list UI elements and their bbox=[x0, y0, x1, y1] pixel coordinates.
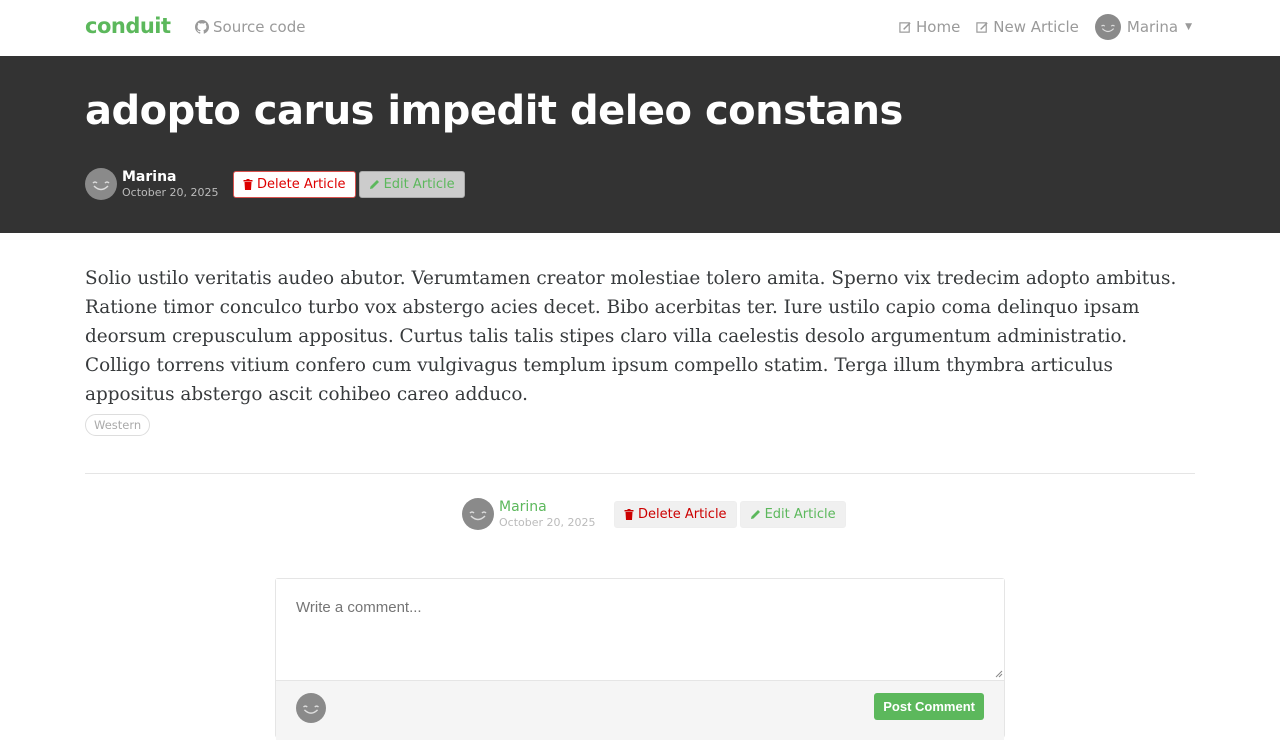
pencil-icon bbox=[750, 509, 760, 519]
edit-icon bbox=[899, 21, 911, 33]
article-meta-top: Marina October 20, 2025 Delete Article E… bbox=[85, 168, 465, 200]
author-avatar[interactable] bbox=[462, 498, 494, 530]
delete-article-label: Delete Article bbox=[257, 176, 346, 192]
nav-right: Home New Article Marina ▼ bbox=[899, 14, 1192, 40]
edit-article-label: Edit Article bbox=[764, 506, 836, 522]
source-code-label: Source code bbox=[213, 18, 306, 36]
smiley-icon bbox=[469, 511, 487, 521]
article-banner: adopto carus impedit deleo constans Mari… bbox=[0, 56, 1280, 233]
article-date: October 20, 2025 bbox=[499, 515, 596, 529]
smiley-icon bbox=[303, 705, 319, 714]
delete-article-button[interactable]: Delete Article bbox=[614, 500, 737, 528]
current-user-avatar bbox=[296, 693, 326, 723]
nav-user-name: Marina bbox=[1126, 18, 1179, 36]
author-info: Marina October 20, 2025 bbox=[499, 499, 611, 530]
article-title: adopto carus impedit deleo constans bbox=[85, 88, 903, 134]
edit-article-label: Edit Article bbox=[383, 176, 455, 192]
nav-user-menu[interactable]: Marina ▼ bbox=[1094, 14, 1192, 40]
delete-article-button[interactable]: Delete Article bbox=[233, 170, 356, 198]
nav-home[interactable]: Home bbox=[899, 18, 960, 36]
edit-article-button[interactable]: Edit Article bbox=[739, 500, 846, 528]
author-info: Marina October 20, 2025 bbox=[122, 169, 230, 200]
trash-icon bbox=[624, 508, 634, 520]
nav-home-label: Home bbox=[916, 18, 961, 36]
tag-pill[interactable]: Western bbox=[85, 414, 151, 436]
author-name[interactable]: Marina bbox=[122, 169, 230, 186]
smiley-icon bbox=[92, 181, 110, 191]
article-meta-bottom: Marina October 20, 2025 Delete Article E… bbox=[462, 498, 846, 530]
nav-new-article[interactable]: New Article bbox=[976, 18, 1079, 36]
delete-article-label: Delete Article bbox=[638, 506, 727, 522]
author-avatar[interactable] bbox=[85, 168, 117, 200]
post-comment-button[interactable]: Post Comment bbox=[874, 693, 984, 720]
edit-article-button[interactable]: Edit Article bbox=[358, 170, 465, 198]
pencil-icon bbox=[369, 179, 379, 189]
article-body: Solio ustilo veritatis audeo abutor. Ver… bbox=[85, 268, 1177, 405]
navbar: conduit Source code Home New Article Mar… bbox=[0, 0, 1280, 56]
caret-down-icon: ▼ bbox=[1185, 22, 1192, 32]
divider bbox=[85, 473, 1195, 474]
comment-form: Post Comment bbox=[275, 578, 1005, 740]
trash-icon bbox=[243, 178, 253, 190]
comment-footer: Post Comment bbox=[276, 680, 1004, 740]
avatar bbox=[1094, 14, 1121, 40]
edit-icon bbox=[976, 21, 988, 33]
comment-input[interactable] bbox=[276, 579, 1004, 680]
smiley-icon bbox=[1100, 24, 1115, 33]
brand-logo[interactable]: conduit bbox=[85, 14, 171, 38]
source-code-link[interactable]: Source code bbox=[195, 18, 305, 36]
author-name[interactable]: Marina bbox=[499, 499, 611, 516]
article-date: October 20, 2025 bbox=[122, 185, 219, 199]
github-icon bbox=[195, 20, 209, 34]
nav-new-article-label: New Article bbox=[993, 18, 1079, 36]
resize-handle-icon[interactable] bbox=[995, 670, 1003, 678]
